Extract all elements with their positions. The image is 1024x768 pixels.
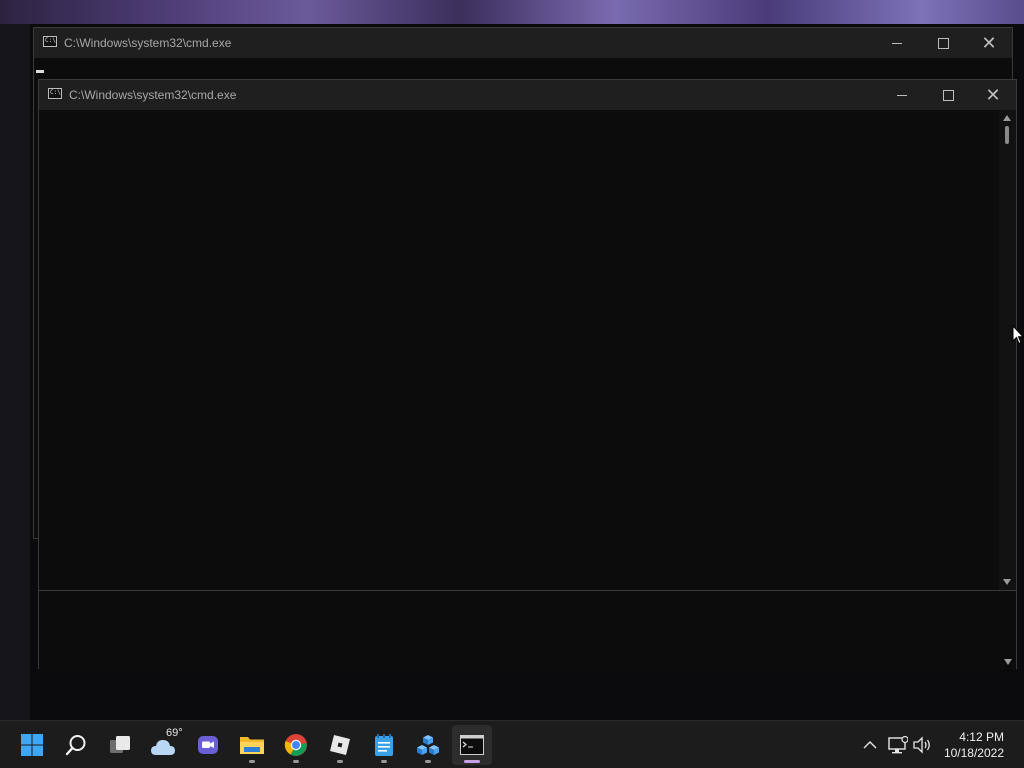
- maximize-button[interactable]: [920, 28, 966, 58]
- chrome-icon: [284, 734, 307, 756]
- chat-button[interactable]: [188, 725, 228, 765]
- weather-widget-button[interactable]: 69°: [144, 725, 188, 765]
- close-button[interactable]: ✕: [970, 80, 1016, 110]
- desktop-background: [0, 24, 30, 720]
- running-indicator: [249, 760, 255, 763]
- volume-icon: [913, 736, 930, 754]
- weather-cloud-icon: [151, 740, 175, 755]
- console-output-area[interactable]: [39, 110, 999, 590]
- roblox-icon: [330, 735, 350, 755]
- running-indicator: [337, 760, 343, 763]
- window-title: C:\Windows\system32\cmd.exe: [64, 36, 232, 50]
- scrollbar-thumb[interactable]: [1005, 126, 1009, 144]
- search-icon: [65, 735, 86, 756]
- running-indicator: [425, 760, 431, 763]
- network-button[interactable]: [888, 735, 908, 755]
- desktop-wallpaper: [0, 0, 1024, 24]
- chevron-up-icon: [863, 741, 877, 749]
- scroll-up-icon[interactable]: [1003, 115, 1011, 121]
- title-bar[interactable]: C:\ C:\Windows\system32\cmd.exe ✕: [39, 80, 1016, 110]
- running-indicator: [293, 760, 299, 763]
- windows-start-icon: [21, 734, 43, 756]
- start-button[interactable]: [12, 725, 52, 765]
- system-clock[interactable]: 4:12 PM 10/18/2022: [944, 729, 1004, 761]
- close-button[interactable]: ✕: [966, 28, 1012, 58]
- maximize-button[interactable]: [925, 80, 971, 110]
- task-view-button[interactable]: [100, 725, 140, 765]
- command-prompt-button[interactable]: [452, 725, 492, 765]
- active-indicator: [464, 760, 480, 763]
- clock-date: 10/18/2022: [943, 746, 1004, 760]
- cubes-app-button[interactable]: [408, 725, 448, 765]
- minimize-button[interactable]: [879, 80, 925, 110]
- cmd-app-icon: C:\: [48, 88, 62, 99]
- minimize-button[interactable]: [874, 28, 920, 58]
- folder-icon: [240, 737, 264, 754]
- text-cursor: [36, 70, 44, 73]
- scroll-down-icon[interactable]: [1003, 579, 1011, 585]
- show-hidden-icons-button[interactable]: [860, 735, 880, 755]
- vertical-scrollbar[interactable]: [999, 110, 1016, 590]
- cubes-icon: [417, 735, 439, 755]
- volume-button[interactable]: [912, 735, 932, 755]
- cmd-window-front[interactable]: C:\ C:\Windows\system32\cmd.exe ✕: [38, 79, 1017, 669]
- weather-temperature: 69°: [166, 727, 183, 739]
- notepad-button[interactable]: [364, 725, 404, 765]
- chrome-button[interactable]: [276, 725, 316, 765]
- task-view-icon: [110, 736, 130, 753]
- cmd-app-icon: C:\: [43, 36, 57, 47]
- notepad-icon: [375, 734, 393, 756]
- network-icon: [888, 736, 908, 754]
- console-lower-pane[interactable]: [39, 590, 1016, 669]
- window-title: C:\Windows\system32\cmd.exe: [69, 88, 237, 102]
- mouse-pointer-icon: [1012, 325, 1024, 345]
- clock-time: 4:12 PM: [959, 730, 1004, 744]
- running-indicator: [381, 760, 387, 763]
- scroll-down-icon[interactable]: [1004, 659, 1012, 665]
- terminal-icon: [460, 735, 484, 755]
- title-bar[interactable]: C:\ C:\Windows\system32\cmd.exe ✕: [34, 28, 1012, 58]
- file-explorer-button[interactable]: [232, 725, 272, 765]
- taskbar: 69° 4:12 PM 10/18/2022: [0, 720, 1024, 768]
- roblox-button[interactable]: [320, 725, 360, 765]
- search-button[interactable]: [56, 725, 96, 765]
- chat-icon: [198, 736, 218, 754]
